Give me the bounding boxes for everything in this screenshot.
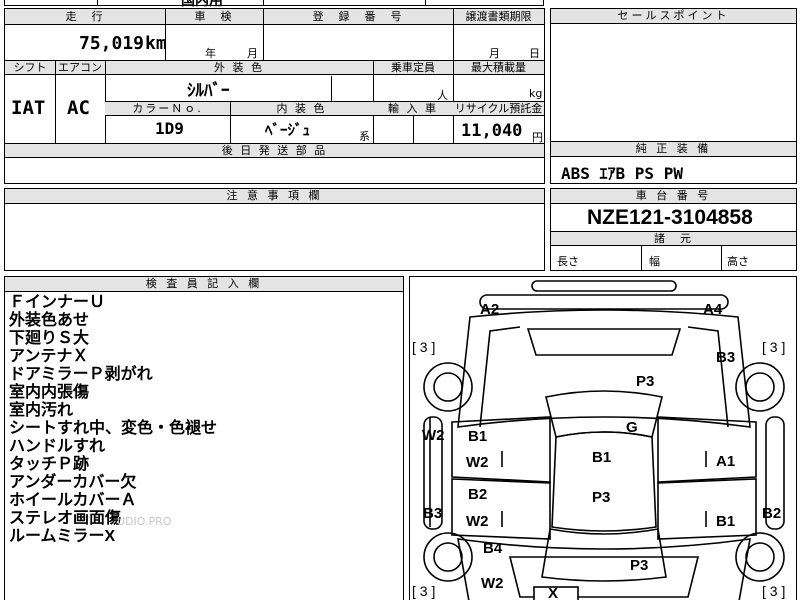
sales-points-header: セールスポイント [551,9,796,24]
inspector-box: 検 査 員 記 入 欄 ＦインナーＵ 外装色あせ 下廻りＳ大 アンテナＸ ドアミ… [4,276,404,600]
note-line: ホイールカバーＡ [9,492,137,509]
mark-w2-left: W2 [422,427,445,444]
recycle-value: 11,040 [461,121,523,141]
exterior-color-value: ｼﾙﾊﾞｰ [187,81,230,101]
mileage-header: 走 行 [65,10,105,23]
exterior-color-header: 外 装 色 [214,61,264,74]
interior-color-header: 内 装 色 [276,102,327,115]
import-header: 輸 入 車 [388,102,438,115]
inspection-year-label: 年 [205,47,216,60]
caution-header: 注 意 事 項 欄 [5,189,544,204]
tire-bl: [ 3 ] [412,583,436,599]
standard-equipment-box: 純 正 装 備 ABS ｴｱB PS PW [550,141,797,184]
watermark: UDIO.PRO [117,515,172,528]
mark-g: G [626,419,638,436]
max-load-header: 最大積載量 [471,61,526,74]
sales-points-box: セールスポイント [550,8,797,142]
mark-p3-trunk: P3 [630,557,649,574]
mark-b2-rear: B2 [762,505,782,522]
mark-p3-roof: P3 [592,489,611,506]
mark-w2-rear: W2 [481,575,504,592]
note-line: シートすれ中、変色・色褪せ [9,420,218,437]
note-line: 室内汚れ [9,402,74,419]
transfer-day-label: 日 [529,47,540,60]
chassis-box: 車 台 番 号 NZE121-3104858 諸 元 長さ 幅 高さ [550,188,797,271]
mark-b4: B4 [483,540,503,557]
dimensions-header: 諸 元 [654,232,693,245]
chassis-value: NZE121-3104858 [587,206,753,229]
mark-a2: A2 [480,301,500,318]
mileage-unit: km [145,33,167,54]
note-line: ルームミラーX [9,528,116,545]
color-no-value: 1D9 [155,119,184,138]
aircon-header: エアコン [58,61,102,74]
inspector-header: 検 査 員 記 入 欄 [5,277,403,292]
tire-tr: [ 3 ] [762,339,786,355]
car-diagram: [ 3 ] [ 3 ] [ 3 ] [ 3 ] A2 A4 B3 P3 W2 B… [409,276,797,600]
shift-header: シフト [13,61,47,74]
inspector-notes-list: ＦインナーＵ 外装色あせ 下廻りＳ大 アンテナＸ ドアミラーＰ剥がれ 室内内張傷… [9,294,217,546]
capacity-header: 乗車定員 [391,61,435,74]
tire-br: [ 3 ] [762,583,786,599]
mark-w2-lfd: W2 [466,454,489,471]
max-load-unit: kg [529,87,543,100]
registration-header: 登 録 番 号 [312,10,404,23]
mark-w2-lrd: W2 [466,513,489,530]
mark-b3-front: B3 [716,349,736,366]
interior-color-value: ﾍﾞｰｼﾞｭ [265,121,311,139]
mark-b2-lrd: B2 [468,486,488,503]
interior-color-suffix: 系 [359,130,370,143]
mark-b3-rear: B3 [423,505,443,522]
note-line: 外装色あせ [9,312,90,329]
note-line: ハンドルすれ [9,438,106,455]
mark-p3-hood: P3 [636,373,655,390]
note-line: ＦインナーＵ [9,294,106,311]
mileage-value: 75,019 [79,33,145,54]
note-line: ステレオ画面傷 [9,510,122,527]
caution-box: 注 意 事 項 欄 [4,188,545,271]
note-line: タッチＰ跡 [9,456,90,473]
recycle-header: リサイクル預託金 [454,102,543,115]
note-line: アンダーカバー欠 [9,474,137,491]
top-strip: 国内用 [4,0,544,9]
color-no-header: カラーＮｏ. [132,102,203,115]
tire-tl: [ 3 ] [412,339,436,355]
note-line: 室内内張傷 [9,384,90,401]
standard-equipment-value: ABS ｴｱB PS PW [561,164,683,183]
inspection-header: 車 検 [194,10,234,23]
mark-a4: A4 [703,301,723,318]
mark-x: X [548,585,559,600]
inspection-month-label: 月 [247,47,258,60]
mark-a1: A1 [716,453,736,470]
mark-b1-lfd: B1 [468,428,488,445]
chassis-header: 車 台 番 号 [551,189,796,204]
note-line: 下廻りＳ大 [9,330,90,347]
vehicle-info-grid: 走 行 車 検 登 録 番 号 譲渡書類期限 75,019 km 年 月 月 日… [4,8,545,184]
later-parts-header: 後 日 発 送 部 品 [221,144,328,157]
height-label: 高さ [727,255,749,268]
width-label: 幅 [649,255,660,268]
mark-b1-roof: B1 [592,449,612,466]
transfer-header: 譲渡書類期限 [465,10,532,23]
note-line: ドアミラーＰ剥がれ [9,366,153,383]
aircon-value: AC [67,97,90,119]
transfer-month-label: 月 [489,47,500,60]
note-line: アンテナＸ [9,348,89,365]
mark-b1-rrd: B1 [716,513,736,530]
standard-equipment-header: 純 正 装 備 [551,142,796,157]
length-label: 長さ [557,255,579,268]
shift-value: IAT [11,97,46,119]
